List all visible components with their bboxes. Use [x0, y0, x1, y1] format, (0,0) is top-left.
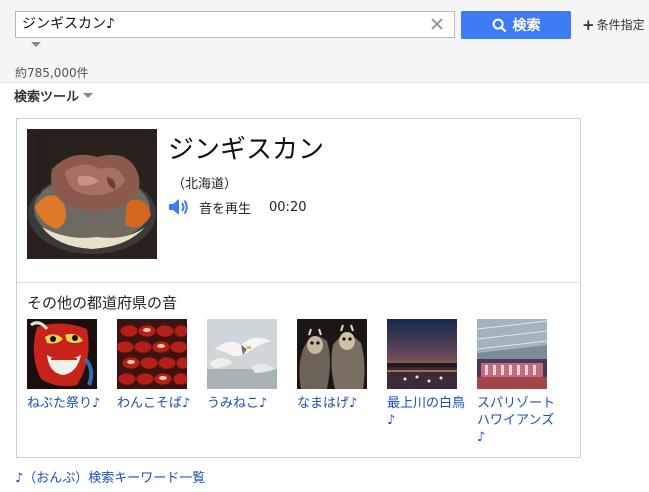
mogamigawa-swan-image[interactable] — [387, 319, 457, 389]
search-box[interactable] — [15, 11, 455, 38]
search-icon — [492, 18, 506, 32]
sound-region: （北海道） — [172, 177, 238, 192]
sound-item-mogamigawa[interactable]: 最上川の白鳥♪ — [387, 319, 467, 429]
sound-title: ジンギスカン — [168, 135, 325, 165]
sound-item-label[interactable]: ねぶた祭り♪ — [27, 395, 107, 412]
search-input[interactable] — [16, 12, 436, 37]
speaker-icon[interactable] — [167, 196, 189, 218]
plus-icon: + — [582, 15, 595, 34]
clear-icon[interactable] — [428, 15, 446, 33]
play-label[interactable]: 音を再生 — [199, 198, 251, 217]
play-sound-button[interactable]: 音を再生 00:20 — [167, 196, 306, 218]
search-tools-toggle[interactable]: 検索ツール — [14, 86, 94, 105]
spa-resort-image[interactable] — [477, 319, 547, 389]
search-header: 検索 + 条件指定 約785,000件 — [0, 0, 649, 83]
conditions-link[interactable]: + 条件指定 — [582, 16, 645, 33]
sound-item-label[interactable]: うみねこ♪ — [207, 395, 287, 412]
conditions-label: 条件指定 — [596, 18, 645, 32]
jingisukan-image — [27, 129, 157, 259]
sound-card: ジンギスカン （北海道） 音を再生 00:20 その他の都道府県の音 ねぶた祭り… — [16, 118, 581, 458]
sound-item-umineko[interactable]: うみねこ♪ — [207, 319, 287, 412]
search-tools-label: 検索ツール — [14, 90, 80, 105]
sound-duration: 00:20 — [269, 199, 307, 215]
sound-item-namahage[interactable]: なまはげ♪ — [297, 319, 377, 412]
sound-item-nebuta[interactable]: ねぶた祭り♪ — [27, 319, 107, 412]
sound-item-label[interactable]: なまはげ♪ — [297, 395, 377, 412]
sound-keyword-list-link[interactable]: ♪（おんぷ）検索キーワード一覧 — [15, 467, 205, 486]
search-button-label: 検索 — [512, 18, 541, 34]
sound-item-label[interactable]: わんこそば♪ — [117, 395, 197, 412]
nebuta-image[interactable] — [27, 319, 97, 389]
namahage-image[interactable] — [297, 319, 367, 389]
sound-item-label[interactable]: スパリゾートハワイアンズ♪ — [477, 395, 557, 446]
chevron-down-icon — [83, 93, 94, 98]
umineko-image[interactable] — [207, 319, 277, 389]
wankosoba-image[interactable] — [117, 319, 187, 389]
result-count: 約785,000件 — [15, 66, 89, 80]
main-sound: ジンギスカン （北海道） 音を再生 00:20 — [17, 119, 580, 283]
sound-item-wankosoba[interactable]: わんこそば♪ — [117, 319, 197, 412]
search-button[interactable]: 検索 — [461, 11, 571, 39]
sound-item-label[interactable]: 最上川の白鳥♪ — [387, 395, 467, 429]
chevron-down-icon[interactable] — [31, 42, 41, 47]
sound-item-spa-resort[interactable]: スパリゾートハワイアンズ♪ — [477, 319, 557, 446]
other-prefectures-heading: その他の都道府県の音 — [27, 294, 178, 312]
